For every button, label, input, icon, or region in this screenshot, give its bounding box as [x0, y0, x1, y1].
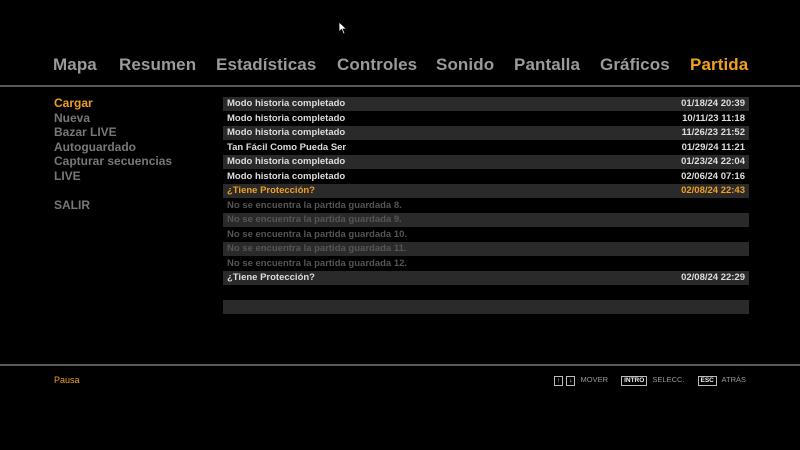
tab-pantalla[interactable]: Pantalla	[514, 55, 580, 75]
menu-item-nueva[interactable]: Nueva	[54, 111, 172, 126]
slot-date: 11/26/23 21:52	[681, 127, 745, 138]
tab-sonido[interactable]: Sonido	[436, 55, 494, 75]
menu-item-salir[interactable]: SALIR	[54, 198, 172, 213]
slot-name: No se encuentra la partida guardada 8.	[227, 199, 402, 211]
header-divider	[0, 85, 800, 87]
slot-date: 02/08/24 22:29	[681, 272, 745, 283]
list-scrollbar[interactable]	[223, 300, 749, 314]
save-slot[interactable]: Modo historia completado 01/23/24 22:04	[223, 155, 749, 169]
tab-graficos[interactable]: Gráficos	[600, 55, 670, 75]
slot-name: ¿Tiene Protección?	[227, 185, 315, 196]
slot-name: ¿Tiene Protección?	[227, 272, 315, 283]
save-slot-list: Modo historia completado 01/18/24 20:39 …	[223, 97, 749, 315]
slot-date: 01/29/24 11:21	[681, 141, 745, 153]
tab-bar: Mapa Resumen Estadísticas Controles Soni…	[0, 55, 800, 79]
slot-date: 01/23/24 22:04	[681, 156, 745, 167]
hint-label: MOVER	[580, 375, 609, 384]
save-slot-empty[interactable]: No se encuentra la partida guardada 12.	[223, 256, 749, 270]
save-slot[interactable]: Modo historia completado 11/26/23 21:52	[223, 126, 749, 140]
arrow-down-key-icon: ↓	[566, 376, 576, 386]
save-slot[interactable]: Tan Fácil Como Pueda Ser 01/29/24 11:21	[223, 140, 749, 154]
slot-name: Modo historia completado	[227, 127, 346, 138]
save-slot[interactable]: Modo historia completado 01/18/24 20:39	[223, 97, 749, 111]
slot-name: Modo historia completado	[227, 156, 346, 167]
control-hints: ↑ ↓ MOVER INTRO SELECC. ESC ATRÁS	[553, 375, 746, 386]
save-slot[interactable]: ¿Tiene Protección? 02/08/24 22:29	[223, 271, 749, 285]
tab-estadisticas[interactable]: Estadísticas	[216, 55, 316, 75]
tab-resumen[interactable]: Resumen	[119, 55, 196, 75]
slot-name: No se encuentra la partida guardada 11.	[227, 243, 407, 254]
tab-controles[interactable]: Controles	[337, 55, 417, 75]
save-slot-empty[interactable]: No se encuentra la partida guardada 9.	[223, 213, 749, 227]
slot-date: 10/11/23 11:18	[682, 112, 745, 124]
tab-partida[interactable]: Partida	[690, 55, 748, 75]
hint-select: INTRO SELECC.	[621, 375, 685, 386]
slot-name: Tan Fácil Como Pueda Ser	[227, 141, 347, 153]
esc-key-icon: ESC	[697, 376, 717, 386]
save-slot-empty[interactable]: No se encuentra la partida guardada 10.	[223, 227, 749, 241]
enter-key-icon: INTRO	[621, 376, 648, 386]
menu-item-capturar-secuencias[interactable]: Capturar secuencias	[54, 154, 172, 169]
hint-back: ESC ATRÁS	[697, 375, 746, 386]
slot-name: No se encuentra la partida guardada 12.	[227, 257, 408, 269]
menu-item-cargar[interactable]: Cargar	[54, 96, 172, 111]
menu-item-live[interactable]: LIVE	[54, 169, 172, 184]
side-menu: Cargar Nueva Bazar LIVE Autoguardado Cap…	[54, 96, 172, 213]
tab-mapa[interactable]: Mapa	[53, 55, 97, 75]
slot-name: No se encuentra la partida guardada 9.	[227, 214, 402, 225]
hint-label: SELECC.	[652, 375, 685, 384]
hint-move: ↑ ↓ MOVER	[553, 375, 609, 386]
slot-date: 02/08/24 22:43	[681, 185, 745, 196]
mouse-cursor-icon	[338, 21, 348, 35]
slot-date: 01/18/24 20:39	[681, 98, 745, 109]
save-slot[interactable]: Modo historia completado 02/06/24 07:16	[223, 169, 749, 183]
save-slot-empty[interactable]: No se encuentra la partida guardada 11.	[223, 242, 749, 256]
pause-status: Pausa	[54, 375, 80, 385]
save-slot-empty[interactable]: No se encuentra la partida guardada 8.	[223, 198, 749, 212]
list-spacer	[223, 285, 749, 299]
slot-name: No se encuentra la partida guardada 10.	[227, 228, 408, 240]
save-slot-selected[interactable]: ¿Tiene Protección? 02/08/24 22:43	[223, 184, 749, 198]
slot-name: Modo historia completado	[227, 98, 346, 109]
hint-label: ATRÁS	[721, 375, 746, 384]
menu-item-bazar-live[interactable]: Bazar LIVE	[54, 125, 172, 140]
arrow-up-key-icon: ↑	[553, 376, 564, 386]
slot-date: 02/06/24 07:16	[681, 170, 745, 182]
save-slot[interactable]: Modo historia completado 10/11/23 11:18	[223, 111, 749, 125]
menu-item-autoguardado[interactable]: Autoguardado	[54, 140, 172, 155]
slot-name: Modo historia completado	[227, 170, 346, 182]
footer-divider	[0, 364, 800, 366]
slot-name: Modo historia completado	[227, 112, 346, 124]
